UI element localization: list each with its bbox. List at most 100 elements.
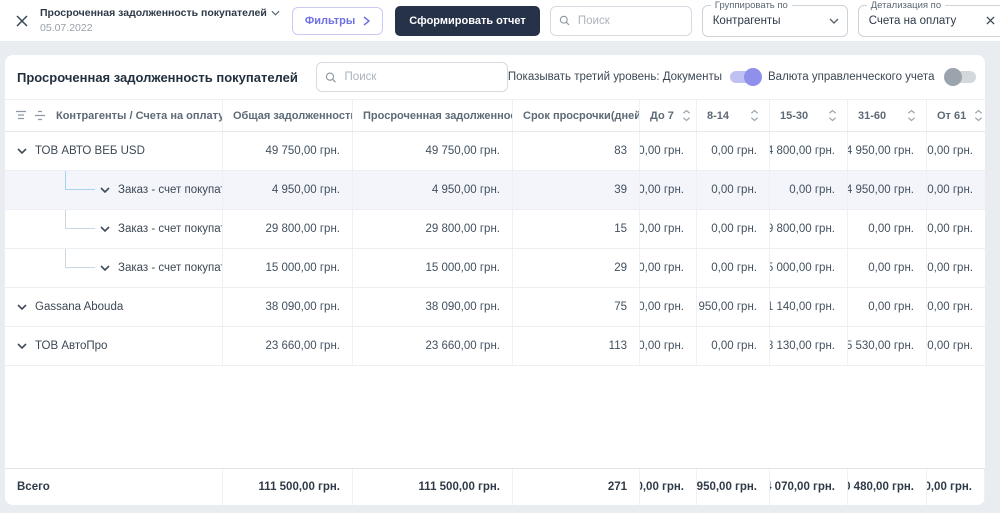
table-row[interactable]: Заказ - счет покупателю № 11 от 18.06.20…: [5, 210, 985, 249]
column-header[interactable]: Общая задолженность: [223, 100, 353, 131]
row-expand-icon[interactable]: [17, 148, 27, 154]
table-row[interactable]: Заказ - счет покупателю № 6 от 04.06.202…: [5, 249, 985, 288]
page-background: Просроченная задолженность покупателей П…: [0, 42, 1000, 513]
column-header[interactable]: Просроченная задолженность: [353, 100, 513, 131]
cell-value: 0,00 грн.: [927, 301, 973, 313]
cell-value: 0,00 грн.: [697, 171, 770, 209]
report-date: 05.07.2022: [40, 21, 93, 34]
column-header[interactable]: Срок просрочки(дней): [513, 100, 640, 131]
cell-value: 49 750,00 грн.: [223, 132, 353, 170]
filters-label: Фильтры: [304, 14, 356, 27]
collapse-all-icon[interactable]: [15, 110, 27, 121]
cell-value: 10 480,00 грн.: [848, 469, 927, 505]
cell-value: 6 950,00 грн.: [697, 469, 770, 505]
cell-value: 0,00 грн.: [770, 171, 848, 209]
toggle-knob: [944, 68, 963, 86]
tree-connector: [65, 210, 95, 229]
row-expand-icon[interactable]: [100, 226, 110, 232]
report-title: Просроченная задолженность покупателей: [40, 7, 267, 20]
cell-value: 15 000,00 грн.: [223, 249, 353, 287]
cell-value: 111 500,00 грн.: [223, 469, 353, 505]
cell-value: 4 950,00 грн.: [848, 171, 927, 209]
currency-toggle[interactable]: [944, 68, 977, 86]
panel-toolbar: Просроченная задолженность покупателей П…: [5, 55, 985, 99]
column-header[interactable]: Контрагенты / Счета на оплату: [5, 100, 223, 131]
row-expand-icon[interactable]: [17, 343, 27, 349]
panel-search-input[interactable]: [342, 70, 499, 84]
group-by-label: Группировать по: [710, 0, 792, 11]
cell-value: 83: [513, 132, 640, 170]
cell-value: 0,00 грн.: [640, 210, 697, 248]
filters-button[interactable]: Фильтры: [291, 6, 384, 35]
cell-value: 0,00 грн.: [848, 288, 927, 326]
row-expand-icon[interactable]: [100, 187, 110, 193]
detail-by-select[interactable]: Детализация по Счета на оплату: [857, 0, 1000, 37]
tree-connector: [65, 171, 95, 190]
table-header-row: Контрагенты / Счета на оплату Общая задол…: [5, 99, 985, 132]
row-expand-icon[interactable]: [100, 265, 110, 271]
row-label: Заказ - счет покупателю № 11 от 18.06.20…: [118, 223, 222, 235]
column-header[interactable]: 8-14: [697, 100, 770, 131]
chevron-right-icon: [363, 15, 371, 26]
cell-value: 0,00 грн.: [927, 184, 973, 196]
close-icon[interactable]: [14, 13, 30, 29]
panel-search[interactable]: [315, 62, 508, 92]
cell-value: 0,00 грн.: [927, 145, 973, 157]
cell-value: 0,00 грн.: [927, 262, 973, 274]
cell-value: 29 800,00 грн.: [770, 210, 848, 248]
sort-icon[interactable]: [907, 109, 916, 122]
cell-value: 94 070,00 грн.: [770, 469, 848, 505]
cell-value: 23 660,00 грн.: [353, 327, 513, 365]
chevron-down-icon: [271, 11, 280, 17]
cell-value: 0,00 грн.: [640, 132, 697, 170]
topbar-search[interactable]: [549, 5, 692, 36]
detail-by-value: Счета на оплату: [868, 14, 957, 27]
cell-value: 0,00 грн.: [640, 327, 697, 365]
sort-icon[interactable]: [828, 109, 837, 122]
cell-value: 0,00 грн.: [640, 171, 697, 209]
table-row[interactable]: Заказ - счет покупателю № 15 от 25.05.20…: [5, 171, 985, 210]
sort-icon[interactable]: [682, 109, 691, 122]
detail-by-label: Детализация по: [866, 0, 946, 11]
row-label: Заказ - счет покупателю № 15 от 25.05.20…: [118, 184, 222, 196]
cell-value: 0,00 грн.: [640, 288, 697, 326]
row-label: ТОВ АВТО ВЕБ USD: [35, 145, 145, 157]
search-icon: [325, 72, 336, 83]
cell-value: 38 090,00 грн.: [353, 288, 513, 326]
topbar-search-input[interactable]: [575, 13, 683, 28]
cell-name: Заказ - счет покупателю № 11 от 18.06.20…: [5, 210, 223, 248]
cell-value: 39: [513, 171, 640, 209]
cell-value: 15 000,00 грн.: [770, 249, 848, 287]
third-level-toggle[interactable]: [730, 68, 762, 86]
column-header[interactable]: 15-30: [770, 100, 848, 131]
column-header[interactable]: От 61: [927, 100, 985, 131]
cell-name: Заказ - счет покупателю № 15 от 25.05.20…: [5, 171, 223, 209]
table-row[interactable]: ТОВ АВТО ВЕБ USD 49 750,00 грн. 49 750,00 …: [5, 132, 985, 171]
cell-value: 49 750,00 грн.: [353, 132, 513, 170]
table-body: ТОВ АВТО ВЕБ USD 49 750,00 грн. 49 750,00 …: [5, 132, 985, 366]
expand-all-icon[interactable]: [34, 110, 46, 121]
table-row[interactable]: Gassana Abouda 38 090,00 грн. 38 090,00 гр…: [5, 288, 985, 327]
top-toolbar: Просроченная задолженность покупателей 0…: [0, 0, 1000, 42]
chevron-down-icon[interactable]: [829, 18, 839, 24]
cell-value: 29 800,00 грн.: [223, 210, 353, 248]
cell-value: 0,00 грн.: [697, 249, 770, 287]
report-title-block[interactable]: Просроченная задолженность покупателей 0…: [40, 7, 280, 34]
cell-value: 0,00 грн.: [927, 340, 973, 352]
row-expand-icon[interactable]: [17, 304, 27, 310]
cell-value: 0,00 грн.: [697, 210, 770, 248]
column-header[interactable]: До 7: [640, 100, 697, 131]
sort-icon[interactable]: [974, 109, 983, 122]
group-by-select[interactable]: Группировать по Контрагенты: [701, 0, 848, 37]
sort-icon[interactable]: [750, 109, 759, 122]
column-header[interactable]: 31-60: [848, 100, 927, 131]
generate-report-button[interactable]: Сформировать отчет: [395, 5, 540, 36]
table-row[interactable]: ТОВ АвтоПро 23 660,00 грн. 23 660,00 грн. 1…: [5, 327, 985, 366]
cell-name: ТОВ АвтоПро: [5, 327, 223, 365]
clear-icon[interactable]: [986, 16, 995, 25]
cell-name: Всего: [5, 469, 223, 505]
cell-name: Gassana Abouda: [5, 288, 223, 326]
cell-value: 0,00 грн.: [848, 210, 927, 248]
cell-value: 113: [513, 327, 640, 365]
cell-value: 75: [513, 288, 640, 326]
